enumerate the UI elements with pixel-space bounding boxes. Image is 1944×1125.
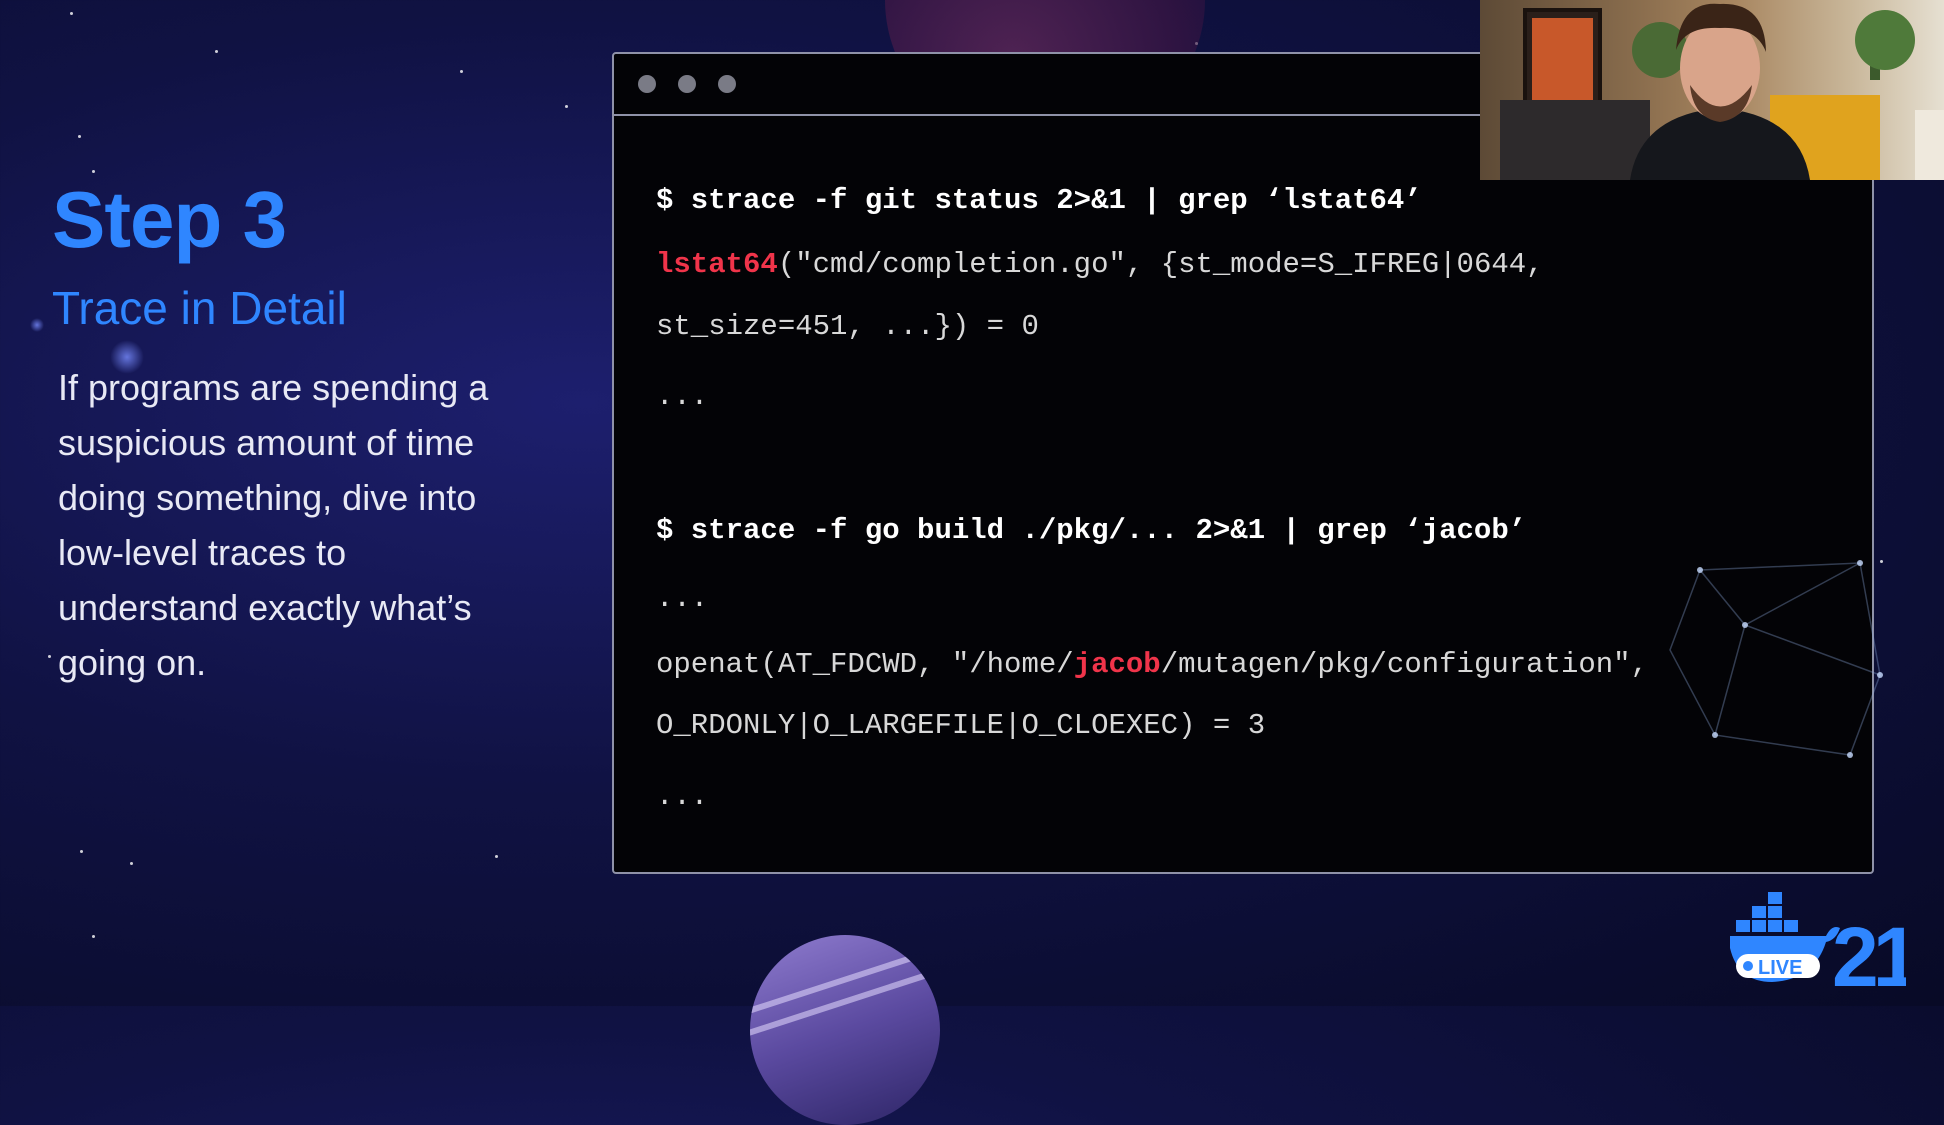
window-dot-icon [718, 75, 736, 93]
highlight-syscall: lstat64 [656, 248, 778, 281]
slide-subtitle: Trace in Detail [52, 282, 347, 334]
terminal-line: ... [656, 582, 709, 615]
planet-decoration-bottom [750, 935, 940, 1125]
logo-live-badge: LIVE [1758, 957, 1802, 979]
window-dot-icon [678, 75, 696, 93]
highlight-username: jacob [1073, 648, 1161, 681]
terminal-line: $ strace -f git status 2>&1 | grep ‘lsta… [656, 184, 1422, 217]
terminal-line: lstat64("cmd/completion.go", {st_mode=S_… [656, 248, 1544, 281]
constellation-decoration [1669, 560, 1883, 758]
presenter-webcam [1480, 0, 1944, 180]
logo-year: 21 [1832, 910, 1906, 994]
window-dot-icon [638, 75, 656, 93]
slide-title: Step 3 [52, 175, 287, 264]
slide-description: If programs are spending a suspicious am… [58, 367, 489, 683]
docker-live-21-logo: LIVE 21 [1730, 892, 1906, 994]
terminal-line: O_RDONLY|O_LARGEFILE|O_CLOEXEC) = 3 [656, 709, 1266, 742]
terminal-line: ... [656, 380, 709, 413]
terminal-line: $ strace -f go build ./pkg/... 2>&1 | gr… [656, 514, 1527, 547]
terminal-line: ... [656, 780, 709, 813]
terminal-line: openat(AT_FDCWD, "/home/jacob/mutagen/pk… [656, 648, 1648, 681]
terminal-line: st_size=451, ...}) = 0 [656, 310, 1039, 343]
presenter-video-frame [1500, 3, 1944, 180]
